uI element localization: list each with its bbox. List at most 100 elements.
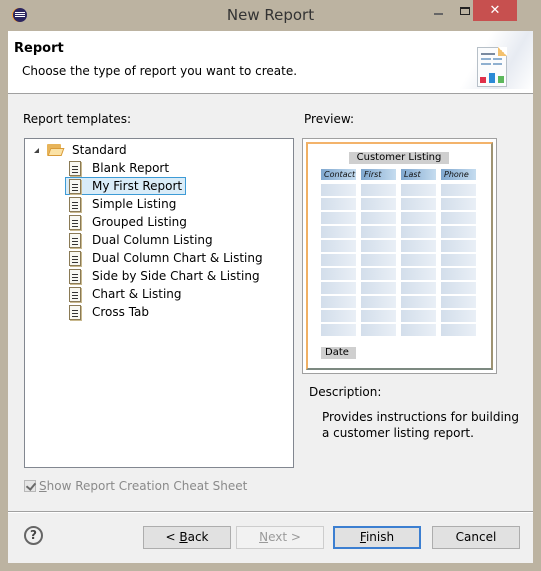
preview-placeholder-cell bbox=[321, 198, 356, 210]
preview-placeholder-cell bbox=[401, 268, 436, 280]
preview-placeholder-cell bbox=[361, 226, 396, 238]
report-template-icon bbox=[69, 232, 81, 248]
tree-item-label: Grouped Listing bbox=[92, 215, 187, 229]
preview-placeholder-cell bbox=[401, 254, 436, 266]
preview-column-header: Phone bbox=[441, 169, 476, 180]
show-cheat-sheet-checkbox[interactable] bbox=[24, 480, 36, 492]
maximize-icon bbox=[460, 6, 470, 15]
preview-report-title: Customer Listing bbox=[349, 152, 449, 164]
expand-twisty-icon[interactable] bbox=[34, 147, 39, 153]
preview-placeholder-cell bbox=[361, 184, 396, 196]
preview-placeholder-cell bbox=[361, 282, 396, 294]
preview-placeholder-cell bbox=[401, 296, 436, 308]
preview-placeholder-cell bbox=[401, 240, 436, 252]
preview-footer-date: Date bbox=[321, 347, 356, 359]
preview-placeholder-cell bbox=[441, 310, 476, 322]
preview-label: Preview: bbox=[304, 112, 355, 126]
show-cheat-sheet-checkbox-row[interactable]: Show Report Creation Cheat Sheet bbox=[24, 479, 247, 493]
wizard-page-title: Report bbox=[14, 41, 64, 56]
preview-placeholder-cell bbox=[441, 324, 476, 336]
report-template-icon bbox=[69, 286, 81, 302]
preview-placeholder-cell bbox=[321, 282, 356, 294]
preview-placeholder-cell bbox=[401, 282, 436, 294]
tree-item-blank-report[interactable]: Blank Report bbox=[65, 159, 172, 177]
folder-open-icon bbox=[47, 144, 65, 156]
preview-placeholder-cell bbox=[441, 212, 476, 224]
preview-placeholder-cell bbox=[321, 268, 356, 280]
preview-placeholder-cell bbox=[361, 310, 396, 322]
tree-item-label: My First Report bbox=[92, 179, 183, 193]
tree-item-my-first-report[interactable]: My First Report bbox=[65, 177, 187, 195]
preview-column-header: Last bbox=[401, 169, 436, 180]
tree-item-label: Simple Listing bbox=[92, 197, 177, 211]
preview-placeholder-cell bbox=[361, 324, 396, 336]
title-bar[interactable]: New Report ✕ bbox=[0, 0, 541, 31]
cancel-button[interactable]: Cancel bbox=[432, 526, 520, 549]
report-template-icon bbox=[69, 214, 81, 230]
preview-placeholder-cell bbox=[401, 324, 436, 336]
help-icon[interactable]: ? bbox=[24, 526, 43, 545]
tree-item-grouped-listing[interactable]: Grouped Listing bbox=[65, 213, 190, 231]
report-template-icon bbox=[69, 160, 81, 176]
report-template-icon bbox=[69, 250, 81, 266]
preview-placeholder-cell bbox=[321, 212, 356, 224]
next-button[interactable]: Next > bbox=[236, 526, 324, 549]
preview-placeholder-cell bbox=[321, 324, 356, 336]
tree-item-dual-column-chart-listing[interactable]: Dual Column Chart & Listing bbox=[65, 249, 266, 267]
tree-item-label: Cross Tab bbox=[92, 305, 150, 319]
finish-button[interactable]: Finish bbox=[333, 526, 421, 549]
description-label: Description: bbox=[309, 385, 382, 399]
report-templates-tree[interactable]: Standard Blank Report My First Report Si… bbox=[24, 138, 294, 468]
tree-item-dual-column-listing[interactable]: Dual Column Listing bbox=[65, 231, 216, 249]
preview-placeholder-cell bbox=[361, 254, 396, 266]
preview-placeholder-cell bbox=[361, 240, 396, 252]
report-template-icon bbox=[69, 268, 81, 284]
preview-placeholder-cell bbox=[441, 296, 476, 308]
close-button[interactable]: ✕ bbox=[473, 0, 517, 21]
minimize-button[interactable] bbox=[425, 0, 451, 21]
tree-item-label: Side by Side Chart & Listing bbox=[92, 269, 260, 283]
preview-placeholder-cell bbox=[441, 226, 476, 238]
wizard-page-description: Choose the type of report you want to cr… bbox=[22, 64, 298, 78]
tree-item-label: Dual Column Chart & Listing bbox=[92, 251, 263, 265]
tree-item-simple-listing[interactable]: Simple Listing bbox=[65, 195, 179, 213]
preview-placeholder-cell bbox=[441, 198, 476, 210]
tree-item-label: Blank Report bbox=[92, 161, 170, 175]
report-template-icon bbox=[69, 178, 81, 194]
tree-item-cross-tab[interactable]: Cross Tab bbox=[65, 303, 152, 321]
close-icon: ✕ bbox=[489, 3, 501, 18]
tree-item-chart-listing[interactable]: Chart & Listing bbox=[65, 285, 185, 303]
show-cheat-sheet-label: Show Report Creation Cheat Sheet bbox=[39, 479, 248, 493]
tree-item-label: Dual Column Listing bbox=[92, 233, 213, 247]
preview-column-header: First bbox=[361, 169, 396, 180]
preview-placeholder-cell bbox=[441, 184, 476, 196]
tree-item-label: Chart & Listing bbox=[92, 287, 182, 301]
tree-item-side-by-side-chart-listing[interactable]: Side by Side Chart & Listing bbox=[65, 267, 263, 285]
wizard-header: Report Choose the type of report you wan… bbox=[8, 31, 533, 94]
preview-placeholder-cell bbox=[321, 184, 356, 196]
preview-placeholder-cell bbox=[321, 226, 356, 238]
preview-panel: Customer Listing Contact First Last Phon… bbox=[302, 138, 497, 374]
preview-placeholder-cell bbox=[321, 254, 356, 266]
preview-placeholder-cell bbox=[321, 296, 356, 308]
preview-placeholder-cell bbox=[361, 268, 396, 280]
preview-placeholder-cell bbox=[441, 240, 476, 252]
preview-placeholder-cell bbox=[361, 212, 396, 224]
preview-placeholder-cell bbox=[401, 226, 436, 238]
preview-column-header: Contact bbox=[321, 169, 356, 180]
button-bar-separator-highlight bbox=[8, 512, 533, 513]
tree-node-label: Standard bbox=[72, 143, 127, 157]
back-button[interactable]: < Back bbox=[143, 526, 231, 549]
template-description: Provides instructions for building a cus… bbox=[322, 410, 520, 440]
preview-placeholder-cell bbox=[441, 254, 476, 266]
preview-placeholder-cell bbox=[361, 198, 396, 210]
preview-thumbnail: Customer Listing Contact First Last Phon… bbox=[306, 142, 493, 370]
tree-node-standard[interactable]: Standard bbox=[34, 141, 130, 159]
preview-placeholder-cell bbox=[321, 310, 356, 322]
report-template-icon bbox=[69, 196, 81, 212]
preview-placeholder-cell bbox=[441, 282, 476, 294]
preview-placeholder-cell bbox=[401, 310, 436, 322]
preview-placeholder-cell bbox=[441, 268, 476, 280]
minimize-icon bbox=[433, 12, 443, 15]
preview-placeholder-cell bbox=[361, 296, 396, 308]
